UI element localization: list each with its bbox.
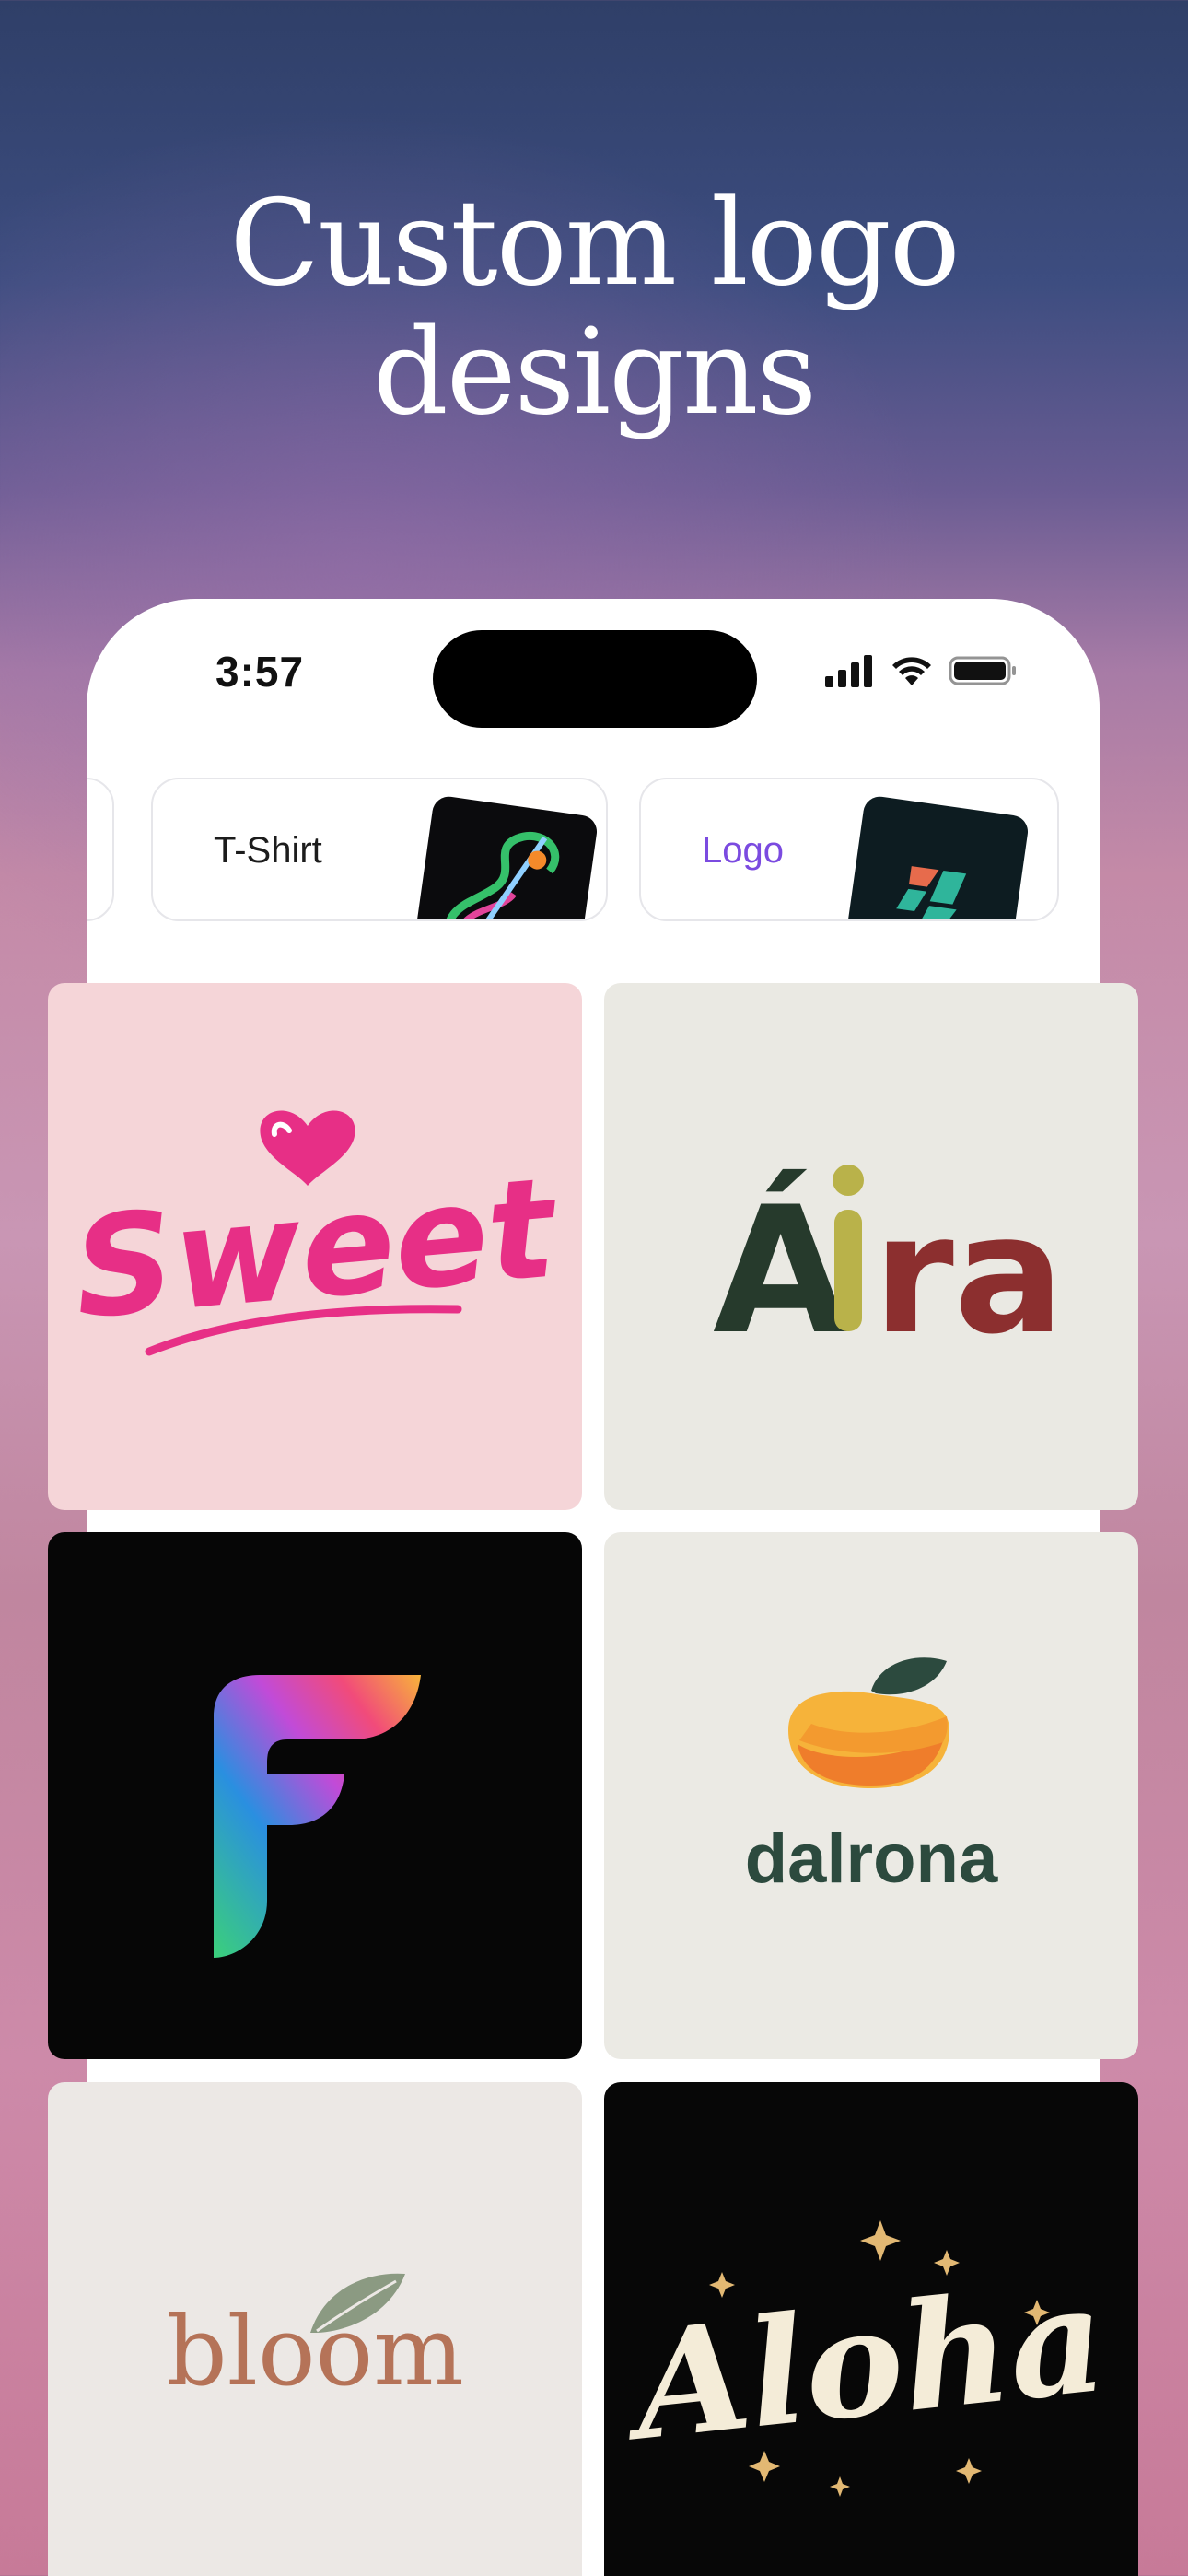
category-chip-label: Logo <box>702 830 784 871</box>
aloha-logo: Aloha <box>614 2220 1113 2497</box>
logo-tile-sweet[interactable]: Sweet <box>48 983 582 1510</box>
battery-icon <box>949 656 1016 685</box>
headline-line-1: Custom logo <box>229 175 961 312</box>
logo-tile-aloha[interactable]: Aloha <box>604 2082 1138 2576</box>
logo-tile-bloom[interactable]: bloom <box>48 2082 582 2576</box>
logo-thumbnail <box>841 794 1031 919</box>
tshirt-dragon-thumbnail <box>410 794 600 919</box>
wifi-icon <box>892 657 931 685</box>
headline: Custom logo designs <box>0 180 1188 438</box>
headline-line-2: designs <box>372 304 817 441</box>
category-chips[interactable]: T-Shirt Logo <box>87 778 1100 921</box>
svg-text:dalrona: dalrona <box>745 1820 998 1898</box>
svg-text:ra: ra <box>873 1179 1065 1370</box>
dalrona-logo: dalrona <box>745 1657 998 1898</box>
logo-tile-dalrona[interactable]: dalrona <box>604 1532 1138 2059</box>
aira-logo: Á ra <box>713 1165 1065 1373</box>
dynamic-island <box>433 630 757 728</box>
status-icons <box>823 652 1019 689</box>
sweet-logo: Sweet <box>68 1110 565 1356</box>
svg-text:Aloha: Aloha <box>614 2252 1112 2475</box>
status-time: 3:57 <box>215 648 305 696</box>
bloom-logo: bloom <box>166 2273 464 2407</box>
logo-tile-f[interactable] <box>48 1532 582 2059</box>
signal-icon <box>825 655 872 687</box>
logo-tile-aira[interactable]: Á ra <box>604 983 1138 1510</box>
svg-text:Sweet: Sweet <box>68 1148 565 1350</box>
category-chip-label: T-Shirt <box>214 830 322 871</box>
svg-text:bloom: bloom <box>166 2295 464 2407</box>
svg-text:Á: Á <box>713 1168 848 1373</box>
category-chip-logo[interactable]: Logo <box>639 778 1059 921</box>
f-gradient-logo <box>214 1675 421 1958</box>
category-chip-partial[interactable] <box>87 778 114 921</box>
category-chip-tshirt[interactable]: T-Shirt <box>151 778 608 921</box>
